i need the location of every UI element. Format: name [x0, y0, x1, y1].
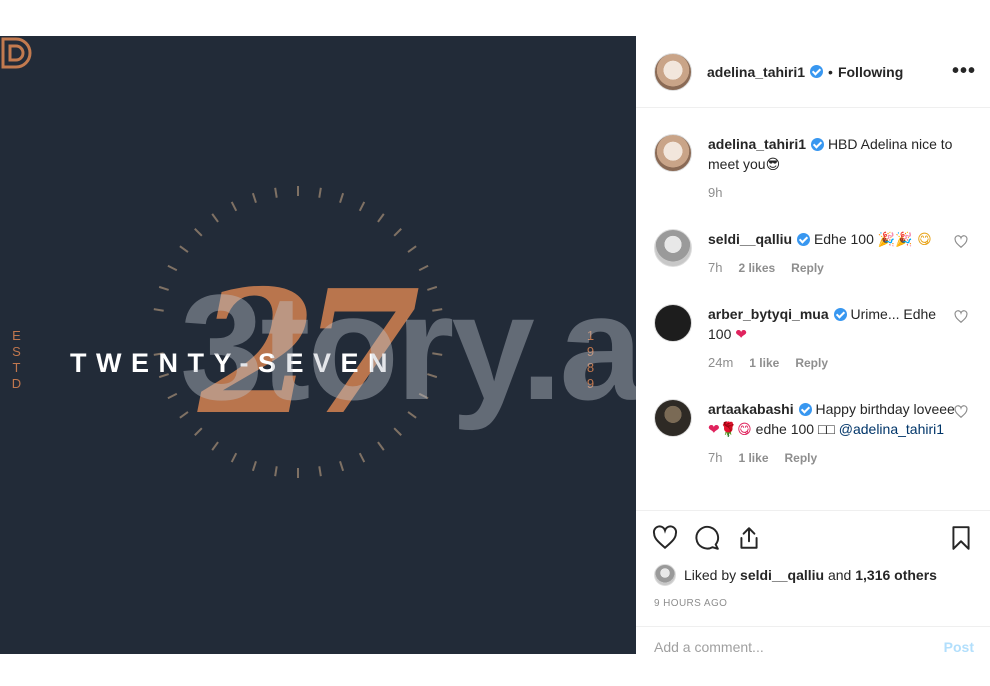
post-comment-button[interactable]: Post — [944, 639, 974, 655]
sunburst-tick — [358, 201, 366, 212]
sunburst-tick — [377, 213, 385, 223]
comment-username[interactable]: arber_bytyqi_mua — [708, 306, 829, 322]
sunburst-tick — [339, 461, 345, 472]
reply-button[interactable]: Reply — [785, 448, 818, 468]
verified-badge-icon — [811, 138, 825, 151]
sunburst-tick — [167, 392, 178, 400]
author-username[interactable]: adelina_tahiri1 — [707, 64, 805, 80]
image-left-vertical-text: ESTD — [11, 328, 23, 391]
sunburst-tick — [251, 461, 257, 472]
likes-others-count[interactable]: 1,316 others — [855, 567, 937, 583]
add-comment-bar: Post — [636, 626, 990, 666]
following-button[interactable]: Following — [838, 64, 903, 80]
sunburst-tick — [358, 452, 366, 463]
sunburst-tick — [251, 192, 257, 203]
post-header: adelina_tahiri1 • Following ••• — [636, 36, 990, 108]
sunburst-tick — [211, 213, 219, 223]
comment-item: artaakabashi Happy birthday loveee ❤🌹😋 e… — [654, 399, 974, 468]
d-logo-icon — [1, 37, 32, 69]
comment-text: Happy birthday loveee — [815, 401, 955, 417]
post-actions-bar — [636, 510, 990, 558]
comment-likes-count[interactable]: 1 like — [749, 353, 779, 373]
likes-summary: Liked by seldi__qalliu and 1,316 others — [636, 558, 990, 586]
comment-avatar[interactable] — [654, 134, 692, 172]
post-image[interactable]: 27 TWENTY-SEVEN ESTD 1989 3tory.al — [0, 36, 636, 654]
comment-icon[interactable] — [694, 525, 720, 551]
verified-badge-icon — [797, 233, 811, 246]
comment-time[interactable]: 7h — [708, 448, 722, 468]
sunburst-tick — [158, 285, 169, 291]
comment-username[interactable]: adelina_tahiri1 — [708, 136, 806, 152]
sunburst-tick — [407, 245, 417, 253]
author-avatar[interactable] — [654, 52, 692, 91]
likes-prefix: Liked by — [684, 567, 737, 583]
comment-time[interactable]: 7h — [708, 258, 722, 278]
comment-emoji: ❤ — [735, 327, 747, 343]
reply-button[interactable]: Reply — [795, 353, 828, 373]
comment-emoji: 😎 — [765, 157, 781, 173]
comments-list[interactable]: adelina_tahiri1 HBD Adelina nice to meet… — [636, 108, 990, 510]
comment-item: adelina_tahiri1 HBD Adelina nice to meet… — [654, 134, 974, 203]
post-side-panel: adelina_tahiri1 • Following ••• adelina_… — [636, 36, 990, 686]
verified-badge-icon — [810, 65, 824, 78]
comment-item: seldi__qalliu Edhe 100 🎉🎉 😋 7h 2 likes R… — [654, 229, 974, 278]
sunburst-tick — [153, 308, 164, 312]
comment-avatar[interactable] — [654, 399, 692, 437]
liker-avatar[interactable] — [654, 564, 676, 586]
image-watermark: 3tory.al — [180, 263, 636, 431]
add-comment-input[interactable] — [654, 638, 944, 655]
reply-button[interactable]: Reply — [791, 258, 824, 278]
sunburst-tick — [167, 264, 178, 272]
comment-emoji: 🎉🎉 😋 — [877, 232, 932, 248]
sunburst-tick — [230, 452, 238, 463]
comment-likes-count[interactable]: 2 likes — [738, 258, 775, 278]
comment-emoji: ❤🌹😋 — [708, 422, 752, 438]
comment-mention-link[interactable]: @adelina_tahiri1 — [839, 421, 944, 437]
comment-like-heart-icon[interactable] — [954, 235, 968, 249]
comment-text: Edhe 100 — [813, 231, 874, 247]
post-timestamp[interactable]: 9 HOURS AGO — [636, 586, 990, 609]
comment-text-continued: edhe 100 □□ — [755, 421, 835, 437]
share-icon[interactable] — [736, 525, 762, 551]
header-separator: • — [828, 63, 833, 80]
sunburst-tick — [339, 192, 345, 203]
comment-time[interactable]: 24m — [708, 353, 733, 373]
comment-avatar[interactable] — [654, 304, 692, 342]
sunburst-tick — [274, 466, 278, 477]
comment-like-heart-icon[interactable] — [954, 405, 968, 419]
comment-like-heart-icon[interactable] — [954, 310, 968, 324]
bookmark-icon[interactable] — [948, 525, 974, 551]
verified-badge-icon — [833, 308, 847, 321]
comment-item: arber_bytyqi_mua Urime... Edhe 100 ❤ 24m… — [654, 304, 974, 373]
comment-likes-count[interactable]: 1 like — [738, 448, 768, 468]
comment-avatar[interactable] — [654, 229, 692, 267]
sunburst-tick — [393, 228, 402, 237]
more-horizontal-icon[interactable]: ••• — [952, 60, 976, 83]
sunburst-tick — [230, 201, 238, 212]
sunburst-tick — [318, 187, 322, 198]
comment-username[interactable]: artaakabashi — [708, 401, 794, 417]
comment-username[interactable]: seldi__qalliu — [708, 231, 792, 247]
likes-middle: and — [827, 567, 852, 583]
liker-username[interactable]: seldi__qalliu — [740, 567, 824, 583]
sunburst-tick — [274, 187, 278, 198]
sunburst-tick — [194, 228, 203, 237]
comment-time[interactable]: 9h — [708, 183, 722, 203]
verified-badge-icon — [798, 403, 812, 416]
heart-icon[interactable] — [652, 525, 678, 551]
sunburst-tick — [179, 245, 189, 253]
sunburst-tick — [318, 466, 322, 477]
